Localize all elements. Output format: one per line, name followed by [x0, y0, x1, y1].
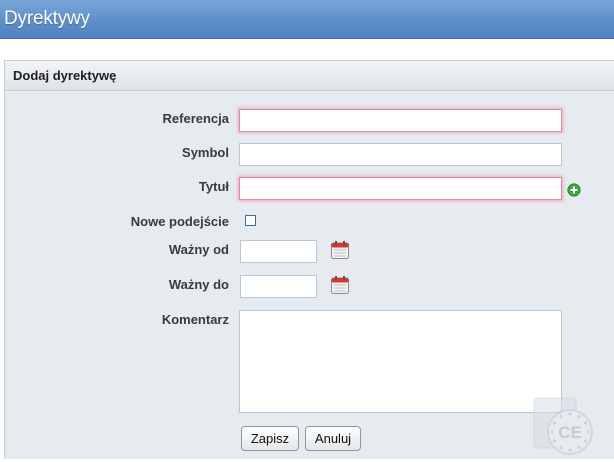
save-button[interactable]: Zapisz: [241, 426, 299, 451]
nowe-podejscie-label: Nowe podejście: [130, 214, 229, 229]
ce-mark-icon: CE: [533, 397, 593, 455]
calendar-icon[interactable]: [330, 275, 350, 295]
svg-text:CE: CE: [558, 423, 582, 442]
tytul-label: Tytuł: [198, 179, 229, 194]
nowe-podejscie-checkbox[interactable]: [245, 215, 256, 226]
calendar-icon[interactable]: [330, 240, 350, 260]
symbol-input[interactable]: [239, 143, 562, 166]
wazny-do-input[interactable]: [240, 275, 317, 298]
wazny-do-label: Ważny do: [168, 277, 229, 292]
tytul-input[interactable]: [239, 177, 562, 200]
cancel-button[interactable]: Anuluj: [305, 426, 361, 451]
wazny-od-input[interactable]: [240, 240, 317, 263]
panel-header: Dodaj dyrektywę: [5, 61, 614, 91]
title-bar: Dyrektywy: [0, 0, 614, 39]
komentarz-label: Komentarz: [161, 312, 229, 327]
plus-circle-icon[interactable]: [567, 183, 581, 197]
referencja-label: Referencja: [162, 111, 229, 126]
panel-title: Dodaj dyrektywę: [13, 68, 117, 83]
komentarz-textarea[interactable]: [239, 310, 562, 413]
wazny-od-label: Ważny od: [168, 242, 229, 257]
page-title: Dyrektywy: [4, 8, 90, 29]
referencja-input[interactable]: [239, 109, 562, 132]
symbol-label: Symbol: [182, 145, 229, 160]
